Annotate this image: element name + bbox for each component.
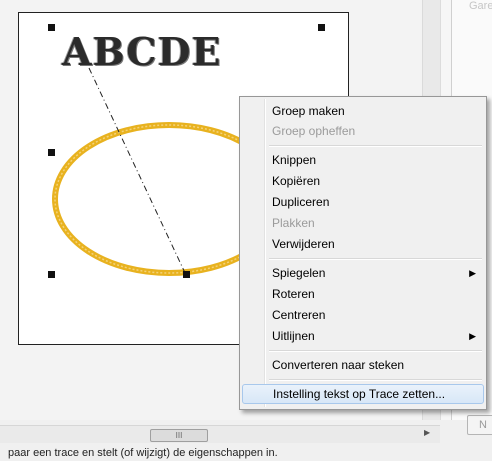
horizontal-scrollbar-thumb[interactable]: III bbox=[150, 429, 208, 442]
panel-header-text: Gare bbox=[469, 0, 492, 12]
menu-item-spiegelen[interactable]: Spiegelen ▶ bbox=[242, 263, 484, 283]
menu-separator bbox=[269, 258, 482, 260]
menu-item-plakken[interactable]: Plakken bbox=[242, 213, 484, 233]
menu-item-roteren[interactable]: Roteren bbox=[242, 284, 484, 304]
menu-item-uitlijnen[interactable]: Uitlijnen ▶ bbox=[242, 326, 484, 346]
menu-item-knippen[interactable]: Knippen bbox=[242, 150, 484, 170]
horizontal-scrollbar[interactable]: III ▶ bbox=[0, 425, 440, 443]
scroll-right-arrow-icon[interactable]: ▶ bbox=[424, 428, 430, 437]
status-bar-text: paar een trace en stelt (of wijzigt) de … bbox=[8, 447, 278, 459]
context-menu: Groep maken Groep opheffen Knippen Kopië… bbox=[239, 96, 487, 410]
menu-separator bbox=[269, 350, 482, 352]
menu-item-kopieren[interactable]: Kopiëren bbox=[242, 171, 484, 191]
selection-handle-top-left[interactable] bbox=[48, 24, 55, 31]
embroidery-text-object[interactable]: ABCDE bbox=[62, 29, 221, 74]
selection-handle-bottom-left[interactable] bbox=[48, 271, 55, 278]
submenu-arrow-icon: ▶ bbox=[469, 331, 476, 341]
trace-guide-line bbox=[88, 67, 187, 276]
selection-handle-top-right[interactable] bbox=[318, 24, 325, 31]
menu-item-verwijderen[interactable]: Verwijderen bbox=[242, 234, 484, 254]
menu-separator bbox=[269, 145, 482, 147]
menu-separator bbox=[269, 379, 482, 381]
menu-item-converteren-naar-steken[interactable]: Converteren naar steken bbox=[242, 355, 484, 375]
menu-item-groep-opheffen[interactable]: Groep opheffen bbox=[242, 121, 484, 141]
menu-item-instelling-tekst-op-trace[interactable]: Instelling tekst op Trace zetten... bbox=[242, 384, 484, 404]
menu-item-groep-maken[interactable]: Groep maken bbox=[242, 101, 484, 121]
panel-button[interactable]: N bbox=[467, 415, 492, 435]
selection-handle-middle-left[interactable] bbox=[48, 149, 55, 156]
selection-handle-bottom-middle[interactable] bbox=[183, 271, 190, 278]
menu-item-centreren[interactable]: Centreren bbox=[242, 305, 484, 325]
submenu-arrow-icon: ▶ bbox=[469, 268, 476, 278]
menu-item-dupliceren[interactable]: Dupliceren bbox=[242, 192, 484, 212]
